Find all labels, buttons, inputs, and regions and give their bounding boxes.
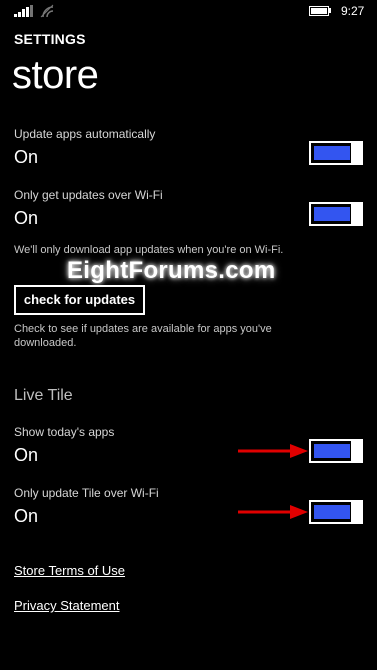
section-title-live-tile: Live Tile (14, 387, 73, 404)
setting-state-show-todays-apps: On (14, 445, 39, 465)
wifi-icon (40, 4, 54, 18)
privacy-statement-link[interactable]: Privacy Statement (14, 598, 120, 613)
signal-icon (14, 5, 34, 17)
annotation-arrow-icon (238, 505, 308, 519)
toggle-tile-wifi-only[interactable] (309, 500, 363, 524)
page-kicker: SETTINGS (14, 31, 86, 47)
toggle-wifi-only[interactable] (309, 202, 363, 226)
setting-state-tile-wifi-only: On (14, 506, 39, 526)
setting-label-update-apps: Update apps automatically (14, 127, 156, 141)
setting-label-show-todays-apps: Show today's apps (14, 425, 115, 439)
battery-nub (329, 8, 331, 13)
wifi-note: We'll only download app updates when you… (14, 244, 284, 256)
check-for-updates-button[interactable]: check for updates (14, 285, 145, 315)
annotation-arrow-icon (238, 444, 308, 458)
page-title: store (12, 53, 99, 97)
battery-icon (309, 6, 329, 16)
setting-label-wifi-only: Only get updates over Wi-Fi (14, 188, 163, 202)
status-time: 9:27 (341, 4, 365, 18)
check-note-line-2: downloaded. (14, 337, 77, 349)
store-terms-link[interactable]: Store Terms of Use (14, 563, 125, 578)
setting-state-update-apps: On (14, 147, 39, 167)
toggle-show-todays-apps[interactable] (309, 439, 363, 463)
setting-state-wifi-only: On (14, 208, 39, 228)
setting-label-tile-wifi-only: Only update Tile over Wi-Fi (14, 486, 159, 500)
watermark: EightForums.com (67, 257, 276, 284)
check-note-line-1: Check to see if updates are available fo… (14, 323, 272, 335)
toggle-update-apps[interactable] (309, 141, 363, 165)
